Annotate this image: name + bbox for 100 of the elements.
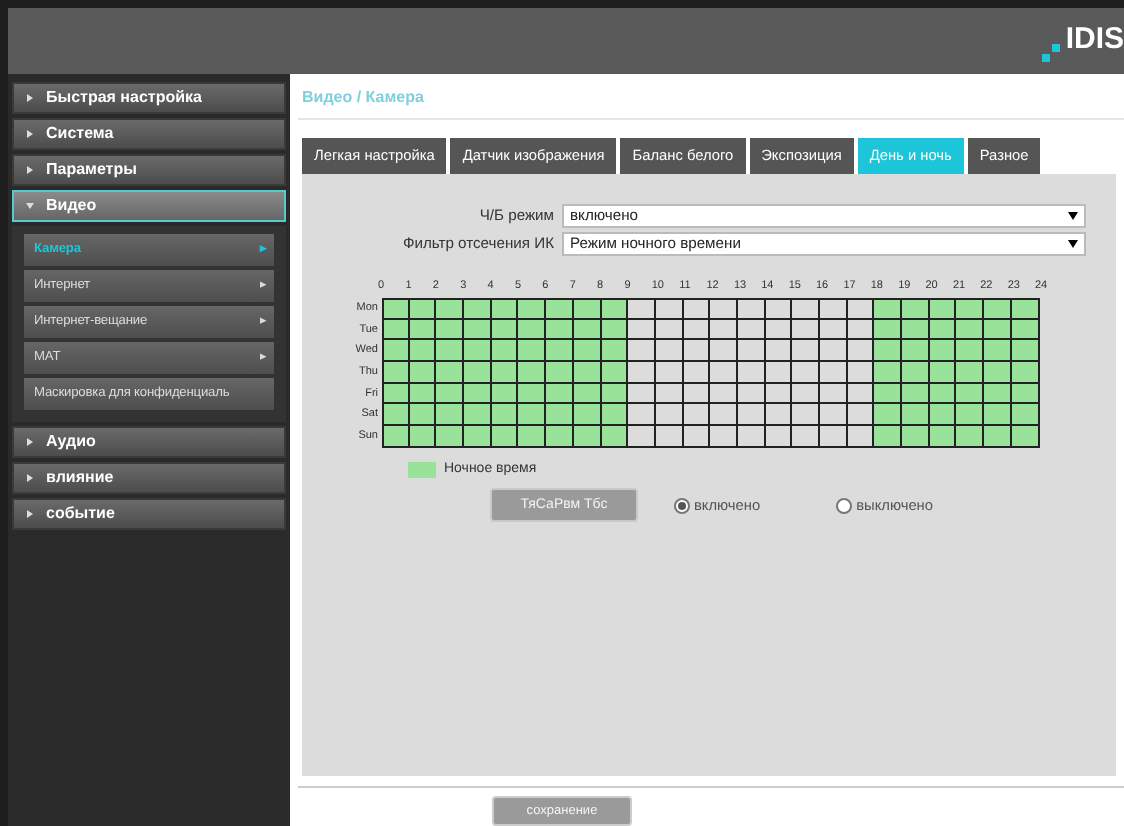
sidebar-item[interactable]: Параметры — [12, 154, 286, 186]
schedule-cell[interactable] — [765, 298, 793, 320]
sidebar-item[interactable]: Видео — [12, 190, 286, 222]
schedule-cell[interactable] — [929, 362, 957, 384]
sidebar-item[interactable]: Аудио — [12, 426, 286, 458]
schedule-cell[interactable] — [984, 298, 1012, 320]
schedule-cell[interactable] — [464, 319, 492, 341]
schedule-cell[interactable] — [956, 340, 985, 363]
schedule-cell[interactable] — [436, 340, 465, 363]
schedule-cell[interactable] — [436, 362, 465, 384]
schedule-cell[interactable] — [792, 383, 820, 405]
schedule-cell[interactable] — [710, 319, 738, 341]
schedule-cell[interactable] — [1011, 298, 1039, 320]
schedule-cell[interactable] — [737, 298, 766, 320]
schedule-cell[interactable] — [710, 383, 738, 405]
schedule-cell[interactable] — [655, 298, 684, 320]
schedule-cell[interactable] — [956, 362, 985, 384]
schedule-cell[interactable] — [628, 340, 656, 363]
schedule-cell[interactable] — [792, 362, 820, 384]
schedule-cell[interactable] — [792, 404, 820, 427]
schedule-cell[interactable] — [518, 362, 547, 384]
schedule-cell[interactable] — [464, 404, 492, 427]
schedule-cell[interactable] — [491, 298, 519, 320]
schedule-cell[interactable] — [382, 383, 410, 405]
schedule-cell[interactable] — [792, 340, 820, 363]
schedule-cell[interactable] — [874, 340, 903, 363]
schedule-cell[interactable] — [902, 362, 930, 384]
sidebar-item[interactable]: Быстрая настройка — [12, 82, 286, 114]
schedule-cell[interactable] — [601, 362, 629, 384]
schedule-cell[interactable] — [902, 383, 930, 405]
schedule-cell[interactable] — [683, 426, 711, 448]
schedule-cell[interactable] — [874, 298, 903, 320]
schedule-cell[interactable] — [902, 340, 930, 363]
schedule-cell[interactable] — [956, 383, 985, 405]
schedule-cell[interactable] — [902, 426, 930, 448]
schedule-cell[interactable] — [902, 298, 930, 320]
schedule-cell[interactable] — [956, 319, 985, 341]
schedule-cell[interactable] — [491, 426, 519, 448]
schedule-cell[interactable] — [820, 340, 848, 363]
schedule-cell[interactable] — [546, 404, 574, 427]
schedule-cell[interactable] — [874, 404, 903, 427]
schedule-cell[interactable] — [847, 404, 875, 427]
schedule-cell[interactable] — [464, 362, 492, 384]
schedule-cell[interactable] — [984, 404, 1012, 427]
schedule-cell[interactable] — [1011, 362, 1039, 384]
schedule-cell[interactable] — [409, 362, 437, 384]
schedule-cell[interactable] — [1011, 340, 1039, 363]
schedule-cell[interactable] — [518, 426, 547, 448]
schedule-cell[interactable] — [655, 340, 684, 363]
radio-button[interactable] — [836, 497, 853, 514]
schedule-cell[interactable] — [929, 404, 957, 427]
schedule-cell[interactable] — [628, 362, 656, 384]
schedule-cell[interactable] — [546, 383, 574, 405]
schedule-cell[interactable] — [847, 340, 875, 363]
schedule-cell[interactable] — [956, 404, 985, 427]
schedule-cell[interactable] — [518, 319, 547, 341]
sidebar-item[interactable]: событие — [12, 498, 286, 530]
schedule-cell[interactable] — [382, 319, 410, 341]
schedule-cell[interactable] — [518, 298, 547, 320]
schedule-cell[interactable] — [902, 404, 930, 427]
schedule-cell[interactable] — [792, 426, 820, 448]
schedule-cell[interactable] — [382, 298, 410, 320]
schedule-cell[interactable] — [601, 404, 629, 427]
schedule-cell[interactable] — [792, 298, 820, 320]
schedule-cell[interactable] — [929, 426, 957, 448]
schedule-cell[interactable] — [655, 362, 684, 384]
schedule-cell[interactable] — [546, 340, 574, 363]
schedule-cell[interactable] — [874, 362, 903, 384]
schedule-cell[interactable] — [436, 383, 465, 405]
schedule-cell[interactable] — [628, 298, 656, 320]
schedule-cell[interactable] — [518, 383, 547, 405]
schedule-cell[interactable] — [710, 340, 738, 363]
schedule-cell[interactable] — [464, 426, 492, 448]
schedule-cell[interactable] — [737, 362, 766, 384]
schedule-cell[interactable] — [436, 319, 465, 341]
radio-button[interactable] — [674, 497, 690, 514]
schedule-cell[interactable] — [737, 340, 766, 363]
schedule-cell[interactable] — [765, 362, 793, 384]
schedule-cell[interactable] — [683, 298, 711, 320]
sidebar-item[interactable]: влияние — [12, 462, 286, 494]
schedule-cell[interactable] — [628, 383, 656, 405]
schedule-cell[interactable] — [984, 362, 1012, 384]
schedule-cell[interactable] — [546, 426, 574, 448]
schedule-cell[interactable] — [710, 298, 738, 320]
schedule-cell[interactable] — [683, 362, 711, 384]
schedule-cell[interactable] — [409, 404, 437, 427]
schedule-cell[interactable] — [436, 426, 465, 448]
schedule-cell[interactable] — [820, 426, 848, 448]
schedule-cell[interactable] — [409, 426, 437, 448]
schedule-cell[interactable] — [655, 426, 684, 448]
schedule-cell[interactable] — [737, 404, 766, 427]
schedule-cell[interactable] — [683, 340, 711, 363]
schedule-cell[interactable] — [984, 383, 1012, 405]
schedule-cell[interactable] — [929, 340, 957, 363]
schedule-cell[interactable] — [518, 340, 547, 363]
sidebar-item[interactable]: Система — [12, 118, 286, 150]
schedule-cell[interactable] — [984, 340, 1012, 363]
schedule-cell[interactable] — [409, 340, 437, 363]
schedule-cell[interactable] — [984, 319, 1012, 341]
schedule-cell[interactable] — [847, 426, 875, 448]
